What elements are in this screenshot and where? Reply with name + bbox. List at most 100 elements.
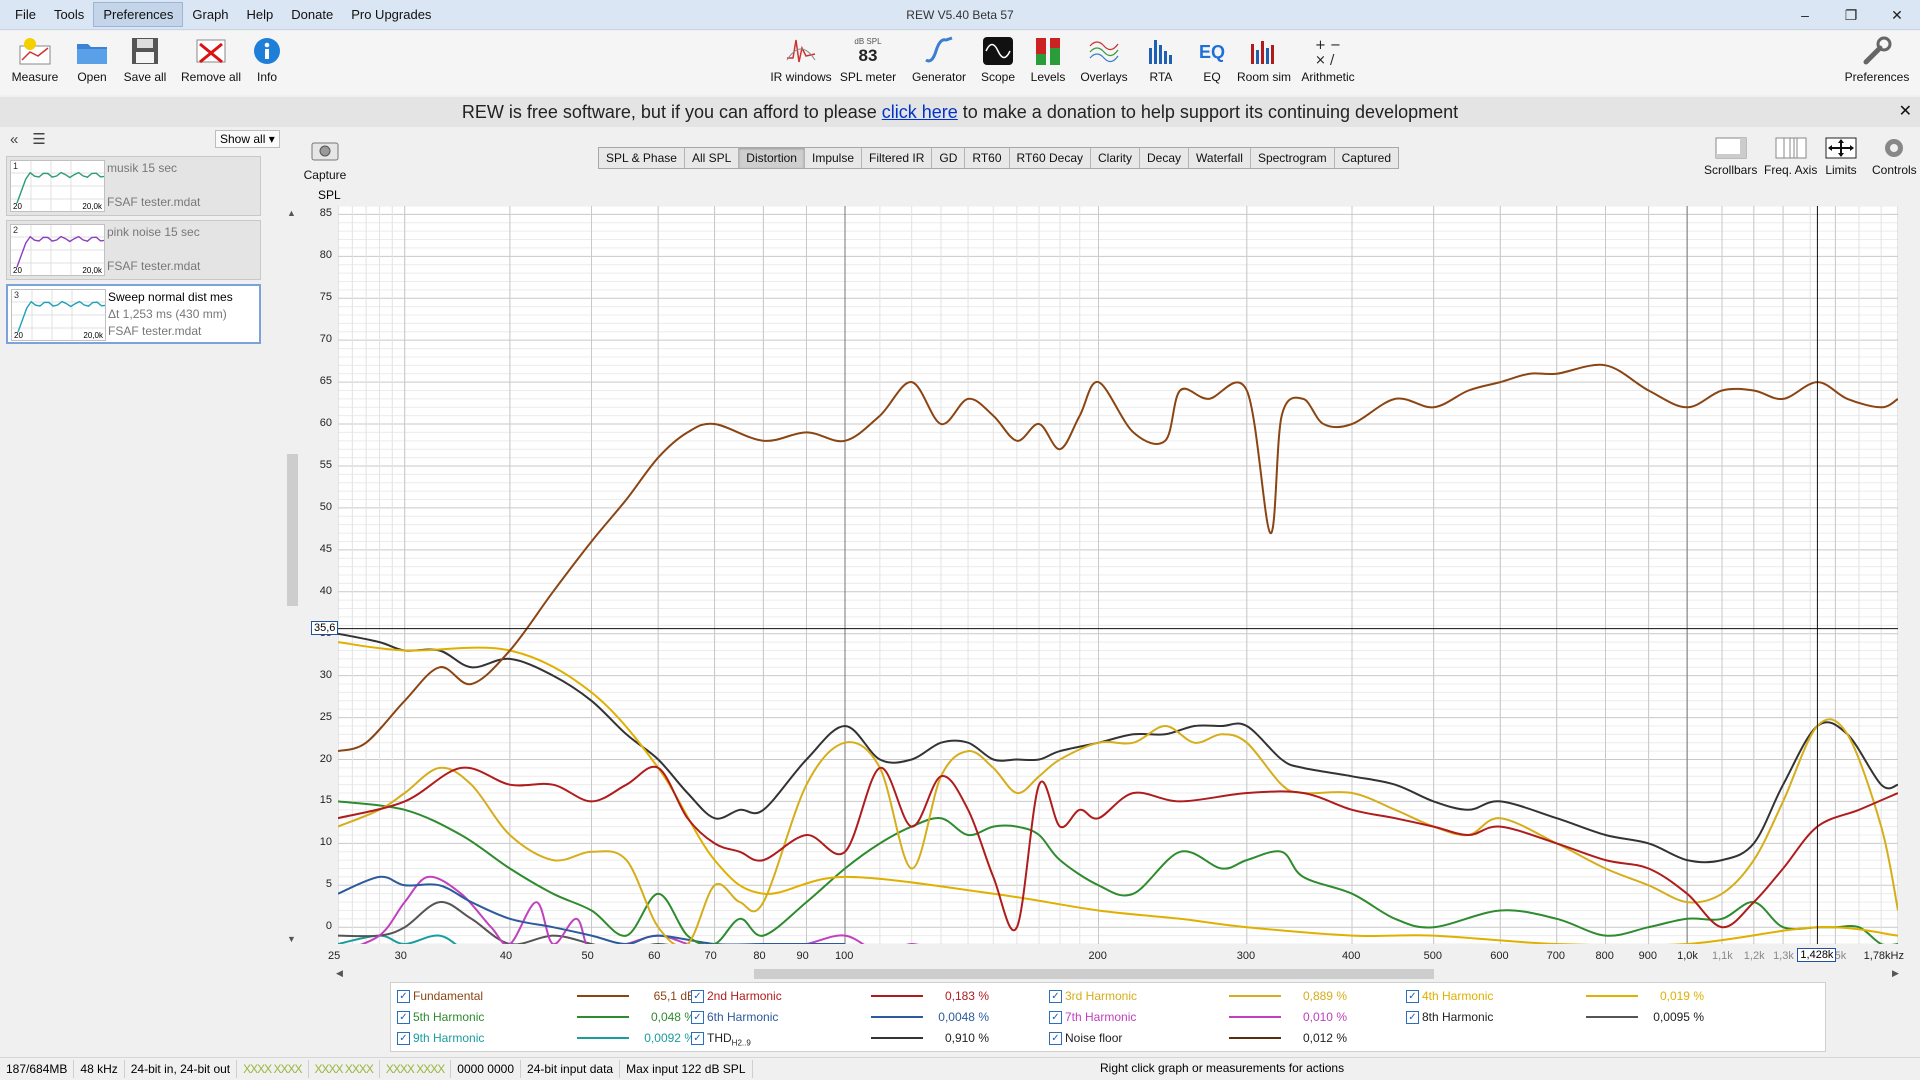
series-checkbox[interactable]: ✓ [1049,989,1062,1003]
room-sim-button[interactable]: Room sim [1229,35,1299,84]
hscroll-thumb[interactable] [754,969,1434,979]
legend-swatch [577,1037,629,1039]
scroll-up-icon[interactable]: ▲ [287,208,296,218]
scroll-left-icon[interactable]: ◀ [336,968,343,979]
measurement-thumbnail: 1 20 20,0k [10,160,106,212]
remove-icon [194,35,228,67]
close-button[interactable]: ✕ [1874,0,1920,30]
controls-button[interactable]: Controls [1872,136,1917,177]
collapse-panel-icon[interactable]: « [10,131,18,148]
tab-distortion[interactable]: Distortion [739,148,805,168]
menu-graph[interactable]: Graph [183,3,237,26]
x-tick-label: 60 [648,950,661,962]
legend-swatch [871,995,923,997]
info-button[interactable]: Info [232,35,302,84]
measurement-item[interactable]: 1 20 20,0k musik 15 sec FSAF tester.mdat [6,156,261,216]
measurement-file: FSAF tester.mdat [107,195,201,209]
measurement-item[interactable]: 2 20 20,0k pink noise 15 sec FSAF tester.mda… [6,220,261,280]
status-hint: Right click graph or measurements for ac… [1100,1061,1345,1075]
freq-axis-icon [1775,137,1807,159]
tab-spl-phase[interactable]: SPL & Phase [599,148,685,168]
preferences-button[interactable]: Preferences [1842,35,1912,84]
series-checkbox[interactable]: ✓ [691,1010,704,1024]
floppy-icon [128,35,162,67]
restore-button[interactable]: ❐ [1828,0,1874,30]
series-checkbox[interactable]: ✓ [1049,1010,1062,1024]
series-checkbox[interactable]: ✓ [691,1031,704,1045]
tab-spectrogram[interactable]: Spectrogram [1251,148,1335,168]
save-all-button[interactable]: Save all [110,35,180,84]
menu-tools[interactable]: Tools [45,3,93,26]
svg-text:× /: × / [1315,53,1335,66]
freq-axis-button[interactable]: Freq. Axis [1764,136,1817,177]
measurement-thumbnail: 3 20 20,0k [11,289,107,341]
banner-close-icon[interactable]: ✕ [1899,97,1912,127]
scroll-down-icon[interactable]: ▼ [287,934,296,944]
series-checkbox[interactable]: ✓ [397,1010,410,1024]
legend-name: 7th Harmonic [1065,1010,1137,1024]
y-tick-label: 75 [319,291,332,304]
legend-entry: ✓ 7th Harmonic 0,010 % [1049,1007,1379,1027]
scrollbars-button[interactable]: Scrollbars [1704,136,1757,177]
arithmetic-button[interactable]: + − × / Arithmetic [1293,35,1363,84]
tab-captured[interactable]: Captured [1335,148,1398,168]
tab-decay[interactable]: Decay [1140,148,1190,168]
menu-preferences[interactable]: Preferences [93,2,184,27]
y-tick-label: 65 [319,375,332,388]
menu-file[interactable]: File [6,3,45,26]
thumb-low-label: 20 [14,331,23,340]
menu-donate[interactable]: Donate [282,3,342,26]
ir-windows-icon [784,35,818,67]
series-checkbox[interactable]: ✓ [397,1031,410,1045]
menu-pro-upgrades[interactable]: Pro Upgrades [342,3,440,26]
distortion-graph[interactable]: 0510152025303540455055606570758085253040… [311,206,1904,962]
legend-value: 0,910 % [944,1031,989,1045]
menu-help[interactable]: Help [238,3,283,26]
tab-rt60[interactable]: RT60 [965,148,1010,168]
scroll-right-icon[interactable]: ▶ [1892,968,1899,979]
tab-filtered-ir[interactable]: Filtered IR [862,148,933,168]
legend-swatch [871,1016,923,1018]
measure-icon [18,35,52,67]
graph-horizontal-scrollbar[interactable]: ◀ ▶ [336,968,1900,980]
legend-value: 0,183 % [944,989,989,1003]
legend-swatch [871,1037,923,1039]
donation-banner: REW is free software, but if you can aff… [0,97,1920,127]
thumb-high-label: 20,0k [83,331,103,340]
tab-all-spl[interactable]: All SPL [685,148,740,168]
level-indicator-2: XXXX XXXX [309,1060,380,1078]
legend-name: Noise floor [1065,1031,1123,1045]
tab-rt60-decay[interactable]: RT60 Decay [1010,148,1091,168]
capture-button[interactable]: Capture [302,138,348,182]
list-menu-icon[interactable]: ☰ [32,130,45,148]
limits-button[interactable]: Limits [1824,136,1858,177]
legend-swatch [577,1016,629,1018]
legend-value: 0,012 % [1302,1031,1347,1045]
panel-scrollbar[interactable]: ▲ ▼ [287,208,298,1068]
tab-impulse[interactable]: Impulse [805,148,863,168]
series-checkbox[interactable]: ✓ [1406,989,1419,1003]
max-input: Max input 122 dB SPL [620,1060,753,1078]
legend-entry: ✓ 4th Harmonic 0,019 % [1406,986,1736,1006]
wrench-icon [1860,35,1894,67]
series-checkbox[interactable]: ✓ [1406,1010,1419,1024]
legend-value: 0,0095 % [1653,1010,1704,1024]
scrollbar-thumb[interactable] [287,454,298,606]
series-checkbox[interactable]: ✓ [1049,1031,1062,1045]
graph-canvas[interactable] [338,206,1898,944]
scope-icon [981,35,1015,67]
ir-windows-button[interactable]: IR windows [766,35,836,84]
series-checkbox[interactable]: ✓ [691,989,704,1003]
x-tick-label: 900 [1638,950,1657,962]
measurements-panel: « ☰ Show all ▾ 1 20 20,0k musik 15 sec FSAF … [0,128,300,1050]
measurement-item[interactable]: 3 20 20,0k Sweep normal dist mes Δt 1,253 ms… [6,284,261,344]
series-checkbox[interactable]: ✓ [397,989,410,1003]
minimize-button[interactable]: – [1782,0,1828,30]
show-all-dropdown[interactable]: Show all ▾ [215,130,280,148]
levels-icon [1031,35,1065,67]
donate-link[interactable]: click here [882,102,958,122]
tab-waterfall[interactable]: Waterfall [1189,148,1251,168]
spl-meter-button[interactable]: dB SPL 83 SPL meter [833,35,903,85]
tab-gd[interactable]: GD [932,148,966,168]
tab-clarity[interactable]: Clarity [1091,148,1141,168]
